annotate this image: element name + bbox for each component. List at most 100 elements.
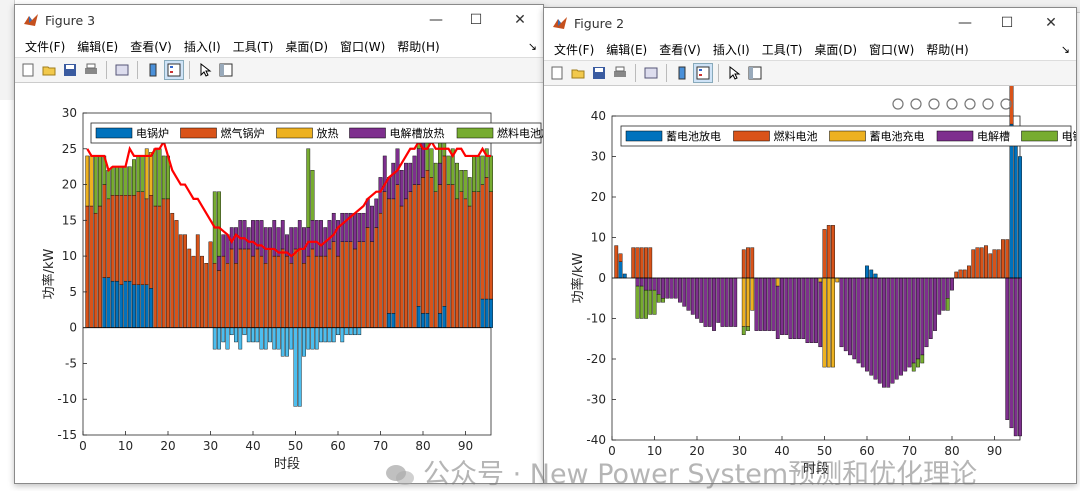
bar — [648, 289, 653, 315]
save-icon[interactable] — [61, 61, 79, 79]
property-editor-icon[interactable] — [217, 61, 235, 79]
new-figure-icon[interactable] — [19, 61, 37, 79]
y-tick-label: -20 — [586, 352, 606, 366]
menu-help[interactable]: 帮助(H) — [391, 38, 445, 55]
bar — [93, 212, 98, 328]
zoom-out-icon-shape — [982, 98, 994, 110]
menu-insert[interactable]: 插入(I) — [707, 41, 756, 58]
menu-file[interactable]: 文件(F) — [19, 38, 71, 55]
bar — [293, 227, 298, 250]
pointer-icon[interactable] — [196, 61, 214, 79]
bar — [442, 305, 447, 328]
bar — [161, 155, 166, 200]
bar — [280, 248, 285, 328]
open-file-icon[interactable] — [569, 64, 587, 82]
dock-arrow-icon[interactable]: ↘ — [1055, 43, 1076, 56]
bar — [255, 248, 260, 328]
bar — [746, 247, 750, 279]
bar — [276, 327, 281, 350]
bar — [865, 277, 869, 372]
figure3-chart: 0 10 20 30 40 50 60 70 80 90302520151050-5-10-15时… — [41, 106, 552, 472]
y-tick-label: 30 — [62, 106, 77, 120]
print-icon[interactable] — [82, 61, 100, 79]
bar — [110, 280, 115, 328]
bar — [1013, 132, 1018, 279]
maximize-button[interactable]: ☐ — [453, 5, 499, 35]
bar — [979, 247, 984, 279]
minimize-button[interactable]: — — [942, 8, 988, 38]
legend-icon[interactable] — [693, 63, 713, 83]
menu-window[interactable]: 窗口(W) — [863, 41, 920, 58]
bar — [429, 148, 434, 178]
menu-file[interactable]: 文件(F) — [548, 41, 600, 58]
bar — [489, 298, 493, 328]
close-button[interactable]: ✕ — [1028, 8, 1074, 38]
bar — [382, 191, 387, 328]
export-icon-shape — [928, 98, 940, 110]
bar — [644, 247, 648, 279]
legend: 蓄电池放电 燃料电池 蓄电池充电 电解槽 电锅 — [620, 125, 1080, 147]
bar — [149, 195, 153, 289]
menu-insert[interactable]: 插入(I) — [178, 38, 227, 55]
bar — [259, 220, 264, 257]
menu-desktop[interactable]: 桌面(D) — [279, 38, 334, 55]
new-figure-icon[interactable] — [548, 64, 566, 82]
bar — [157, 148, 162, 207]
bar — [618, 261, 623, 279]
figure3-titlebar[interactable]: Figure 3 — ☐ ✕ — [15, 5, 543, 35]
bar — [127, 280, 132, 328]
dock-arrow-icon[interactable]: ↘ — [522, 40, 543, 53]
bar — [85, 205, 90, 328]
pointer-icon[interactable] — [725, 64, 743, 82]
figure2-window[interactable]: Figure 2 — ☐ ✕ 文件(F) 编辑(E) 查看(V) 插入(I) 工… — [543, 7, 1080, 484]
menu-edit[interactable]: 编辑(E) — [600, 41, 653, 58]
menu-window[interactable]: 窗口(W) — [334, 38, 391, 55]
bar — [775, 277, 780, 287]
bar — [234, 263, 238, 328]
bar — [327, 220, 332, 250]
close-button[interactable]: ✕ — [497, 5, 543, 35]
bar — [404, 162, 408, 200]
bar — [391, 313, 396, 328]
figure3-window[interactable]: Figure 3 — ☐ ✕ 文件(F) 编辑(E) 查看(V) 插入(I) 工… — [14, 4, 552, 484]
colorbar-icon[interactable] — [144, 61, 162, 79]
figure2-titlebar[interactable]: Figure 2 — ☐ ✕ — [544, 8, 1076, 38]
bar — [98, 205, 102, 328]
bar — [263, 327, 268, 350]
bar — [242, 327, 247, 336]
bar — [831, 277, 835, 368]
menu-tools[interactable]: 工具(T) — [227, 38, 280, 55]
bar — [144, 198, 149, 285]
legend-swatch — [95, 127, 133, 139]
bar — [652, 277, 657, 291]
save-icon[interactable] — [590, 64, 608, 82]
background-window-edge — [0, 0, 15, 100]
menu-edit[interactable]: 编辑(E) — [71, 38, 124, 55]
legend-swatch — [276, 127, 313, 139]
bar — [733, 277, 738, 327]
legend-label: 电锅 — [1062, 130, 1077, 143]
menu-tools[interactable]: 工具(T) — [756, 41, 809, 58]
colorbar-icon[interactable] — [673, 64, 691, 82]
bar — [455, 162, 459, 200]
legend-label: 燃气锅炉 — [221, 126, 265, 140]
menu-desktop[interactable]: 桌面(D) — [808, 41, 863, 58]
bar — [136, 155, 141, 192]
menu-view[interactable]: 查看(V) — [124, 38, 178, 55]
maximize-button[interactable]: ☐ — [984, 8, 1030, 38]
bar — [272, 255, 277, 328]
menu-help[interactable]: 帮助(H) — [920, 41, 974, 58]
link-plot-icon[interactable] — [113, 61, 131, 79]
legend-swatch — [456, 127, 494, 139]
print-icon[interactable] — [611, 64, 629, 82]
y-tick-label: 10 — [62, 249, 77, 263]
bar — [890, 277, 895, 384]
bar — [911, 277, 916, 364]
property-editor-icon[interactable] — [746, 64, 764, 82]
menu-view[interactable]: 查看(V) — [653, 41, 707, 58]
bar — [136, 284, 141, 328]
legend-icon[interactable] — [164, 60, 184, 80]
bar — [242, 220, 247, 250]
open-file-icon[interactable] — [40, 61, 58, 79]
link-plot-icon[interactable] — [642, 64, 660, 82]
